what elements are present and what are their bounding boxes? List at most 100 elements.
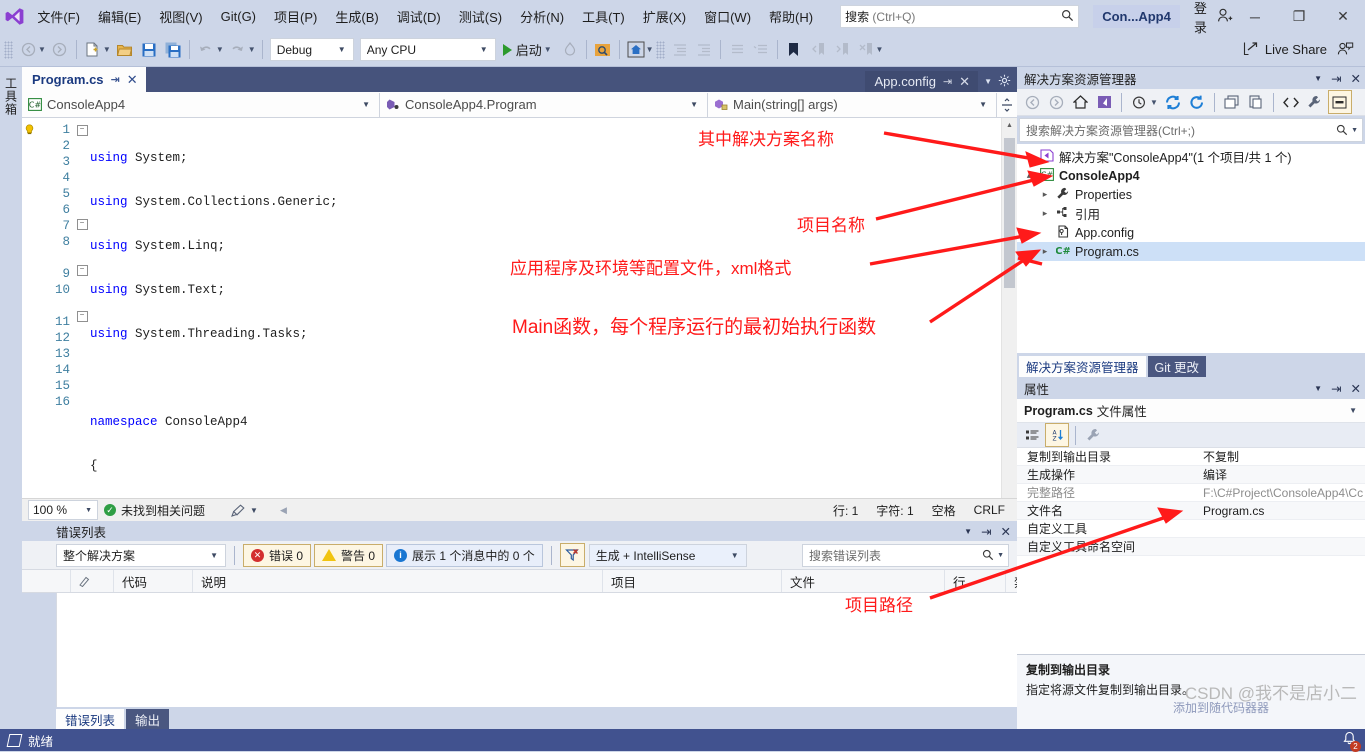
expander-icon[interactable]: ▸ [1039,189,1051,200]
menu-view[interactable]: 视图(V) [150,3,211,30]
property-value[interactable]: Program.cs [1197,504,1365,518]
column-description[interactable]: 说明 [193,570,603,592]
tree-item-references[interactable]: ▸ 引用 [1017,204,1365,223]
dock-tab-git-changes[interactable]: Git 更改 [1147,356,1206,377]
window-controls[interactable]: ─ ❐ ✕ [1233,0,1365,33]
tab-list-dropdown-icon[interactable]: ▼ [984,77,992,86]
toggle-bookmark-icon[interactable] [782,38,806,61]
pin-icon[interactable]: ⇥ [981,524,991,539]
close-icon[interactable]: ✕ [959,74,970,90]
warnings-toggle[interactable]: 警告 0 [314,543,384,567]
back-icon[interactable] [1021,91,1043,113]
editor-vertical-scrollbar[interactable]: ▲ [1001,118,1017,498]
navigate-forward-icon[interactable] [48,38,72,61]
chevron-down-icon[interactable]: ▼ [250,506,258,515]
minimize-button[interactable]: ─ [1233,0,1277,33]
column-code[interactable]: 代码 [114,570,193,592]
start-debug-button[interactable]: 启动 ▼ [499,38,558,61]
scroll-left-icon[interactable]: ◀ [280,505,287,516]
split-view-button[interactable] [997,97,1017,112]
scroll-up-icon[interactable]: ▲ [1002,118,1017,133]
close-icon[interactable]: ✕ [1001,524,1011,539]
clear-filter-button[interactable] [559,543,585,567]
categorized-view-icon[interactable] [1021,424,1043,446]
collapse-all-icon[interactable] [1221,91,1243,113]
column-severity[interactable] [22,570,71,592]
chevron-down-icon[interactable]: ▼ [997,552,1004,559]
feedback-icon[interactable] [1333,38,1357,61]
expander-icon[interactable]: ▸ [1039,208,1051,219]
property-row[interactable]: 完整路径 F:\C#Project\ConsoleApp4\Cc [1017,484,1365,502]
tree-item-properties[interactable]: ▸ Properties [1017,185,1365,204]
close-icon[interactable]: ✕ [1351,381,1361,396]
maximize-button[interactable]: ❐ [1277,0,1321,33]
next-bookmark-icon[interactable] [830,38,854,61]
undo-icon[interactable] [194,38,218,61]
save-icon[interactable] [137,38,161,61]
navbar-type-select[interactable]: ConsoleApp4.Program ▼ [380,92,708,117]
errors-toggle[interactable]: ✕ 错误 0 [243,543,312,567]
collapse-namespace-icon[interactable]: − [76,219,88,230]
error-list-window-controls[interactable]: ▼ ⇥ ✕ [964,524,1011,539]
notifications-icon[interactable]: 2 [1342,731,1361,752]
column-project[interactable]: 项目 [603,570,782,592]
tab-settings-gear-icon[interactable] [998,74,1011,90]
issue-status[interactable]: ✓ 未找到相关问题 [104,502,205,519]
tree-item-app-config[interactable]: App.config [1017,223,1365,242]
toolbar-grip[interactable] [655,40,665,59]
clear-bookmarks-icon[interactable] [854,38,878,61]
home-icon[interactable] [1069,91,1091,113]
menu-file[interactable]: 文件(F) [28,3,89,30]
solution-explorer-window-controls[interactable]: ▼ ⇥ ✕ [1314,71,1361,86]
new-project-dropdown-icon[interactable]: ▼ [103,45,111,54]
lightbulb-icon[interactable] [22,122,36,138]
solution-platform-select[interactable]: Any CPU ▼ [359,38,496,61]
tab-app-config[interactable]: App.config ⇥ ✕ [864,71,979,92]
outlining-margin[interactable]: − − − − [74,118,90,498]
menu-help[interactable]: 帮助(H) [760,3,822,30]
comment-selection-icon[interactable] [725,38,749,61]
live-share-button[interactable]: Live Share [1243,41,1333,59]
search-icon[interactable]: ▼ [1336,124,1358,136]
outdent-icon[interactable] [668,38,692,61]
expander-icon[interactable]: ▸ [1039,246,1051,257]
navbar-project-select[interactable]: C# ConsoleApp4 ▼ [22,92,380,117]
property-row[interactable]: 生成操作 编译 [1017,466,1365,484]
indent-mode[interactable]: 空格 [932,502,956,519]
tree-item-project[interactable]: ▴ C# ConsoleApp4 [1017,166,1365,185]
chevron-down-icon[interactable]: ▼ [1349,406,1361,415]
property-row[interactable]: 自定义工具 [1017,520,1365,538]
code-cleanup-button[interactable]: ▼ [231,503,258,517]
collapse-class-icon[interactable]: − [76,265,88,276]
chevron-down-icon[interactable]: ▼ [1314,74,1322,83]
forward-icon[interactable] [1045,91,1067,113]
error-list-rows[interactable] [56,593,1017,707]
messages-toggle[interactable]: i 展示 1 个消息中的 0 个 [386,543,543,567]
global-search-input[interactable]: 搜索 (Ctrl+Q) [840,5,1080,28]
chevron-down-icon[interactable]: ▼ [205,551,223,560]
chevron-down-icon[interactable]: ▼ [475,45,493,54]
active-project-chip[interactable]: Con...App4 [1093,5,1180,28]
status-bar-right[interactable]: 2 [1342,731,1361,752]
redo-dropdown-icon[interactable]: ▼ [248,45,256,54]
view-code-icon[interactable] [1280,91,1302,113]
menu-extensions[interactable]: 扩展(X) [634,3,695,30]
solution-explorer-view-icon[interactable] [1093,91,1115,113]
column-file[interactable]: 文件 [782,570,945,592]
sync-with-active-document-icon[interactable] [1162,91,1184,113]
navigate-backward-icon[interactable] [16,38,40,61]
line-ending[interactable]: CRLF [974,503,1005,517]
menu-window[interactable]: 窗口(W) [695,3,760,30]
indent-icon[interactable] [692,38,716,61]
build-intellisense-select[interactable]: 生成 + IntelliSense ▼ [588,543,747,567]
menu-test[interactable]: 测试(S) [450,3,511,30]
close-icon[interactable]: ✕ [127,72,138,88]
chevron-down-icon[interactable]: ▼ [544,45,552,54]
menu-tools[interactable]: 工具(T) [573,3,634,30]
column-line[interactable]: 行 [945,570,1006,592]
pin-icon[interactable]: ⇥ [1331,381,1341,396]
column-suppression-icon[interactable] [71,570,114,592]
pin-icon[interactable]: ⇥ [943,75,952,88]
property-value[interactable]: 编译 [1197,466,1365,483]
hot-reload-icon[interactable] [558,38,582,61]
